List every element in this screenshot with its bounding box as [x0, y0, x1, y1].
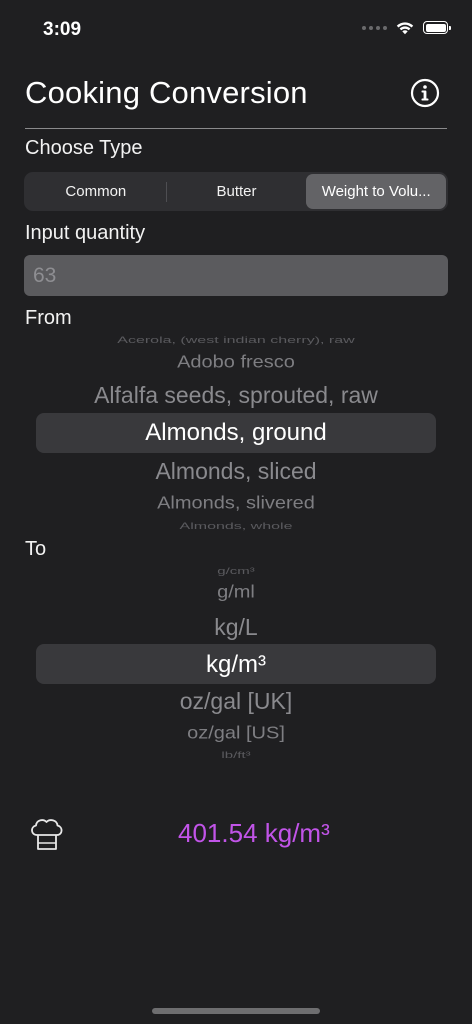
- info-circle-icon[interactable]: [410, 78, 440, 108]
- status-icons: [362, 20, 451, 35]
- to-option[interactable]: oz/gal [US]: [24, 723, 448, 744]
- page-title: Cooking Conversion: [25, 75, 308, 110]
- to-option[interactable]: kg/L: [24, 614, 448, 641]
- from-option[interactable]: Acerola, (west indian cherry), raw: [24, 336, 448, 346]
- home-indicator: [152, 1008, 320, 1014]
- from-option[interactable]: Almonds, slivered: [24, 493, 448, 514]
- quantity-input[interactable]: [24, 255, 448, 296]
- type-segmented-control: Common Butter Weight to Volu...: [24, 172, 448, 211]
- input-quantity-label: Input quantity: [25, 222, 146, 244]
- from-option[interactable]: Adobo fresco: [24, 352, 448, 373]
- cellular-dots-icon: [362, 25, 387, 30]
- chef-hat-icon: [31, 819, 63, 850]
- header-divider: [25, 128, 447, 129]
- segment-common[interactable]: Common: [26, 174, 166, 209]
- from-option[interactable]: Almonds, sliced: [24, 458, 448, 485]
- from-option[interactable]: Alfalfa seeds, sprouted, raw: [24, 382, 448, 409]
- from-label: From: [25, 307, 72, 329]
- status-time: 3:09: [43, 19, 82, 40]
- wifi-icon: [396, 22, 414, 35]
- from-option-selected[interactable]: Almonds, ground: [24, 419, 448, 447]
- to-option[interactable]: g/ml: [24, 582, 448, 603]
- battery-icon: [423, 21, 451, 34]
- to-option-selected[interactable]: kg/m³: [24, 651, 448, 679]
- status-bar: 3:09: [0, 0, 472, 60]
- to-option[interactable]: g/cm³: [24, 566, 448, 576]
- to-label: To: [25, 538, 47, 560]
- to-picker[interactable]: g/cm³ g/ml kg/L kg/m³ oz/gal [UK] oz/gal…: [24, 564, 448, 762]
- from-picker[interactable]: Acerola, (west indian cherry), raw Adobo…: [24, 334, 448, 532]
- choose-type-label: Choose Type: [25, 137, 143, 159]
- conversion-result: 401.54 kg/m³: [178, 818, 330, 848]
- segment-butter[interactable]: Butter: [167, 174, 307, 209]
- to-option[interactable]: oz/gal [UK]: [24, 688, 448, 715]
- from-option[interactable]: Almonds, whole: [24, 522, 448, 532]
- segment-weight-to-volume[interactable]: Weight to Volu...: [306, 174, 447, 209]
- to-option[interactable]: lb/ft³: [24, 750, 448, 760]
